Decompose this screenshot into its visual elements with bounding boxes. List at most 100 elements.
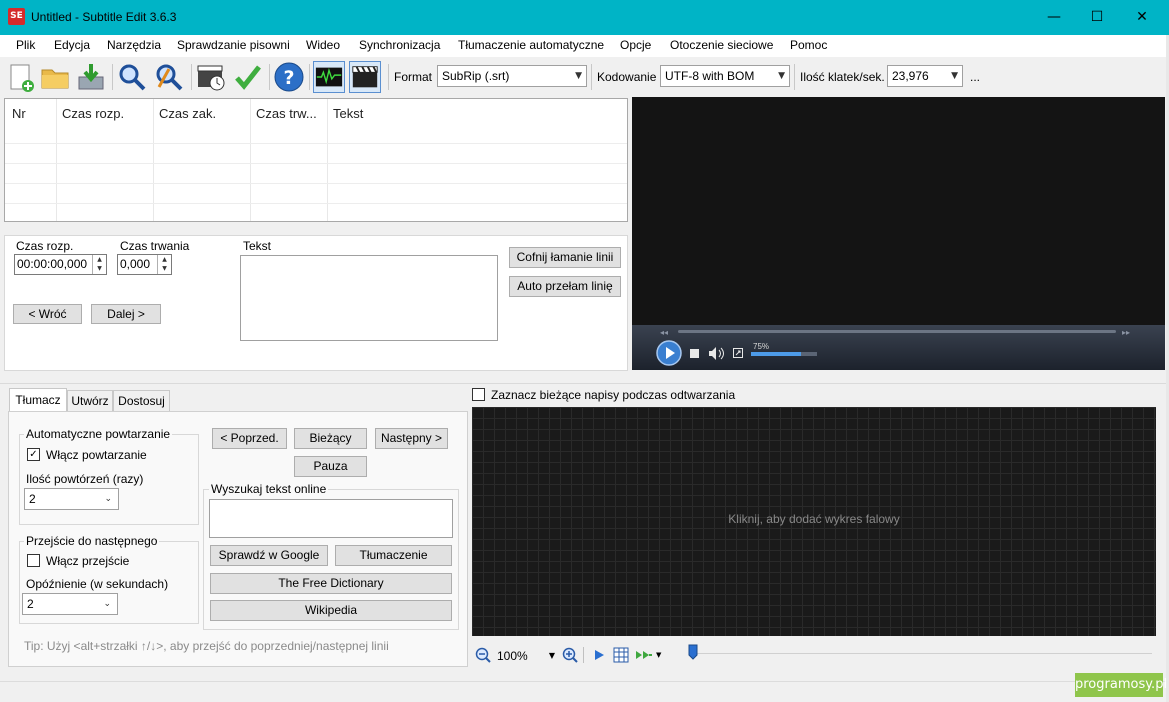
free-dictionary-button[interactable]: The Free Dictionary (210, 573, 452, 594)
column-header-duration[interactable]: Czas trw... (256, 106, 317, 121)
spellcheck-icon[interactable] (232, 61, 264, 93)
menu-synchronization[interactable]: Synchronizacja (359, 38, 440, 52)
fps-value: 23,976 (892, 69, 929, 83)
auto-repeat-label[interactable]: Włącz powtarzanie (46, 448, 147, 462)
menu-tools[interactable]: Narzędzia (107, 38, 161, 52)
next-line-button[interactable]: Następny > (375, 428, 448, 449)
zoom-out-icon[interactable] (475, 647, 491, 663)
delay-select[interactable]: 2 ⌄ (22, 593, 118, 615)
duration-input[interactable]: 0,000 ▲ ▼ (117, 254, 172, 275)
menu-help[interactable]: Pomoc (790, 38, 827, 52)
column-header-start[interactable]: Czas rozp. (62, 106, 124, 121)
play-icon[interactable] (656, 340, 682, 366)
row-divider (5, 163, 627, 164)
tip-text: Tip: Użyj <alt+strzałki ↑/↓>, aby przejś… (24, 639, 389, 653)
encoding-label: Kodowanie (597, 70, 657, 84)
toolbar-separator (112, 64, 113, 90)
search-online-group-title: Wyszukaj tekst online (209, 482, 329, 496)
repeat-count-label: Ilość powtórzeń (razy) (26, 472, 144, 486)
row-divider (5, 203, 627, 204)
svg-text:?: ? (283, 67, 294, 89)
minimize-button[interactable]: — (1031, 0, 1077, 35)
new-file-icon[interactable] (5, 61, 37, 93)
wikipedia-button[interactable]: Wikipedia (210, 600, 452, 621)
menu-spellcheck[interactable]: Sprawdzanie pisowni (177, 38, 290, 52)
fast-forward-icon[interactable] (635, 648, 653, 662)
subtitle-text-input[interactable] (240, 255, 498, 341)
tab-adjust[interactable]: Dostosuj (113, 390, 170, 412)
repeat-count-select[interactable]: 2 ⌄ (24, 488, 119, 510)
format-select[interactable]: SubRip (.srt) ▼ (437, 65, 587, 87)
column-header-number[interactable]: Nr (12, 106, 26, 121)
menu-networking[interactable]: Otoczenie sieciowe (670, 38, 773, 52)
previous-button[interactable]: < Wróć (13, 304, 82, 324)
google-search-button[interactable]: Sprawdź w Google (210, 545, 328, 566)
fullscreen-icon[interactable] (733, 348, 743, 358)
replace-icon[interactable] (153, 61, 185, 93)
position-track[interactable] (692, 653, 1152, 654)
auto-next-checkbox[interactable] (27, 554, 40, 567)
toolbar-separator (388, 64, 389, 90)
open-folder-icon[interactable] (39, 61, 71, 93)
watermark-logo: programosy.pl (1075, 673, 1167, 697)
google-translate-button[interactable]: Tłumaczenie (335, 545, 452, 566)
menu-auto-translate[interactable]: Tłumaczenie automatyczne (458, 38, 604, 52)
column-header-end[interactable]: Czas zak. (159, 106, 216, 121)
find-icon[interactable] (116, 61, 148, 93)
menu-file[interactable]: Plik (16, 38, 35, 52)
volume-icon[interactable] (708, 346, 725, 361)
pause-button[interactable]: Pauza (294, 456, 367, 477)
previous-line-button[interactable]: < Poprzed. (212, 428, 287, 449)
start-time-input[interactable]: 00:00:00,000 ▲ ▼ (14, 254, 107, 275)
auto-repeat-checkbox[interactable]: ✓ (27, 448, 40, 461)
video-toggle-icon[interactable] (349, 61, 381, 93)
toolbar-separator (309, 64, 310, 90)
position-slider-thumb[interactable] (688, 644, 698, 660)
grid-icon[interactable] (613, 647, 629, 663)
visual-sync-icon[interactable] (195, 61, 227, 93)
chevron-down-icon[interactable]: ▼ (656, 651, 661, 659)
panel-divider[interactable] (0, 383, 1169, 384)
auto-next-label[interactable]: Włącz przejście (46, 554, 129, 568)
spinner-icon[interactable]: ▲ ▼ (92, 255, 106, 274)
waveform-toggle-icon[interactable] (313, 61, 345, 93)
save-download-icon[interactable] (75, 61, 107, 93)
maximize-button[interactable]: ☐ (1074, 0, 1120, 35)
start-time-label: Czas rozp. (16, 239, 74, 253)
format-label: Format (394, 70, 433, 84)
column-header-text[interactable]: Tekst (333, 106, 363, 121)
chevron-down-icon: ▼ (778, 71, 785, 81)
tab-translate[interactable]: Tłumacz (9, 388, 67, 412)
play-icon[interactable] (593, 649, 605, 661)
menu-video[interactable]: Wideo (306, 38, 340, 52)
stop-icon[interactable] (690, 349, 699, 358)
menu-options[interactable]: Opcje (620, 38, 651, 52)
row-divider (5, 183, 627, 184)
menu-edit[interactable]: Edycja (54, 38, 90, 52)
spinner-icon[interactable]: ▲ ▼ (157, 255, 171, 274)
encoding-select[interactable]: UTF-8 with BOM ▼ (660, 65, 790, 87)
zoom-select[interactable]: 100% ▼ (497, 646, 557, 666)
tab-create[interactable]: Utwórz (67, 390, 113, 412)
select-current-label[interactable]: Zaznacz bieżące napisy podczas odtwarzan… (491, 388, 735, 402)
search-text-input[interactable] (209, 499, 453, 538)
help-icon[interactable]: ? (273, 61, 305, 93)
toolbar-separator (191, 64, 192, 90)
toolbar-separator (794, 64, 795, 90)
fps-select[interactable]: 23,976 ▼ (887, 65, 963, 87)
chevron-down-icon: ⌄ (104, 494, 112, 504)
auto-break-button[interactable]: Auto przełam linię (509, 276, 621, 297)
more-settings[interactable]: ... (970, 70, 980, 84)
waveform-hint: Kliknij, aby dodać wykres falowy (728, 512, 900, 526)
volume-slider[interactable] (751, 352, 817, 356)
current-line-button[interactable]: Bieżący (294, 428, 367, 449)
next-button[interactable]: Dalej > (91, 304, 161, 324)
zoom-in-icon[interactable] (562, 647, 578, 663)
auto-next-group-title: Przejście do następnego (24, 534, 160, 548)
auto-repeat-group-title: Automatyczne powtarzanie (24, 427, 173, 441)
zoom-value: 100% (497, 649, 528, 663)
unbreak-lines-button[interactable]: Cofnij łamanie linii (509, 247, 621, 268)
close-button[interactable]: ✕ (1119, 0, 1165, 35)
select-current-checkbox[interactable] (472, 388, 485, 401)
seek-bar[interactable]: ◂◂ ▸▸ (660, 327, 1134, 337)
